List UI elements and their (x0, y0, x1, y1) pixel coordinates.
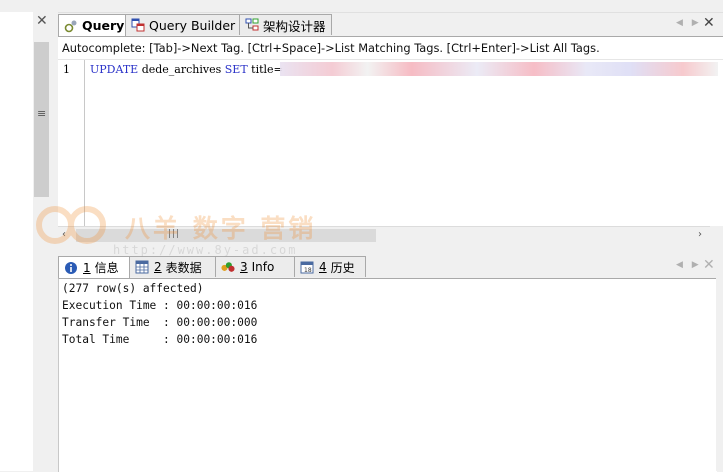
redacted-text (280, 62, 718, 76)
assignment: title= (251, 63, 283, 76)
tab-query[interactable]: Query (58, 14, 126, 36)
query-icon (64, 19, 78, 33)
tab-label: 信息 (94, 261, 119, 275)
info-icon (64, 261, 78, 275)
code-line[interactable]: UPDATE dede_archives SET title= (90, 63, 283, 76)
scroll-right-icon[interactable]: › (698, 229, 702, 240)
scroll-corner (710, 226, 723, 244)
object-browser-pane: ✕ ≡ (0, 0, 52, 471)
tab-label: 架构设计器 (263, 18, 326, 34)
tab-label: Query Builder (149, 17, 236, 33)
close-tab-icon[interactable]: ✕ (703, 15, 715, 31)
keyword-update: UPDATE (90, 63, 139, 76)
transfer-time-line: Transfer Time : 00:00:00:000 (62, 316, 258, 329)
line-number: 1 (63, 63, 70, 76)
tab-number: 2 (154, 260, 162, 274)
autocomplete-hint: Autocomplete: [Tab]->Next Tag. [Ctrl+Spa… (62, 41, 600, 55)
editor-horizontal-scrollbar[interactable]: ‹ ||| › (58, 226, 710, 244)
scrollbar-grip-icon: ≡ (37, 107, 47, 120)
tab-query-builder[interactable]: Query Builder (125, 14, 240, 35)
vertical-splitter[interactable] (50, 12, 58, 471)
messages-output: (277 row(s) affected) Execution Time : 0… (58, 278, 717, 472)
svg-text:18: 18 (304, 267, 312, 274)
close-result-tab-icon[interactable]: ✕ (703, 257, 715, 273)
tab-number: 3 (240, 260, 248, 274)
code-area[interactable]: 1 UPDATE dede_archives SET title= (58, 59, 723, 226)
tab-label: Info (251, 260, 275, 274)
tab-table-data[interactable]: 2 表数据 (129, 256, 216, 277)
info-chart-icon (221, 260, 235, 274)
tab-schema-designer[interactable]: 架构设计器 (239, 14, 332, 35)
history-icon: 18 (300, 260, 314, 274)
tab-info[interactable]: 3 Info (215, 256, 295, 277)
tab-number: 1 (83, 260, 91, 275)
line-number-gutter: 1 (58, 60, 85, 226)
tab-scroll-arrows-icon[interactable]: ◀ ▶ (676, 18, 702, 28)
hscroll-thumb[interactable] (76, 229, 376, 242)
tab-label: 历史 (330, 260, 355, 275)
object-browser-scrollbar[interactable]: ✕ ≡ (33, 12, 50, 471)
tab-label: Query (82, 18, 125, 33)
keyword-set: SET (224, 63, 248, 76)
scroll-left-icon[interactable]: ‹ (62, 229, 66, 240)
editor-tab-bar: Query Query Builder 架构设计器 ◀ ▶ ✕ (58, 14, 723, 36)
tab-number: 4 (319, 260, 327, 274)
rows-affected-line: (277 row(s) affected) (62, 282, 204, 295)
top-strip (0, 0, 723, 13)
hscroll-grip-icon: ||| (168, 229, 181, 239)
table-data-icon (135, 260, 149, 274)
result-tab-scroll-arrows-icon[interactable]: ◀ ▶ (676, 260, 702, 270)
results-right-edge (716, 278, 723, 471)
total-time-line: Total Time : 00:00:00:016 (62, 333, 258, 346)
close-pane-icon[interactable]: ✕ (36, 14, 48, 28)
tab-messages[interactable]: 1 信息 (58, 256, 130, 278)
object-browser-content (0, 12, 34, 471)
tab-history[interactable]: 18 4 历史 (294, 256, 366, 277)
horizontal-splitter[interactable] (58, 243, 723, 255)
result-tab-bar: 1 信息 2 表数据 3 Info 18 4 历史 ◀ ▶ ✕ (58, 256, 723, 278)
query-builder-icon (131, 18, 145, 32)
tab-label: 表数据 (165, 260, 202, 275)
table-name: dede_archives (141, 63, 222, 76)
schema-designer-icon (245, 18, 259, 32)
execution-time-line: Execution Time : 00:00:00:016 (62, 299, 258, 312)
